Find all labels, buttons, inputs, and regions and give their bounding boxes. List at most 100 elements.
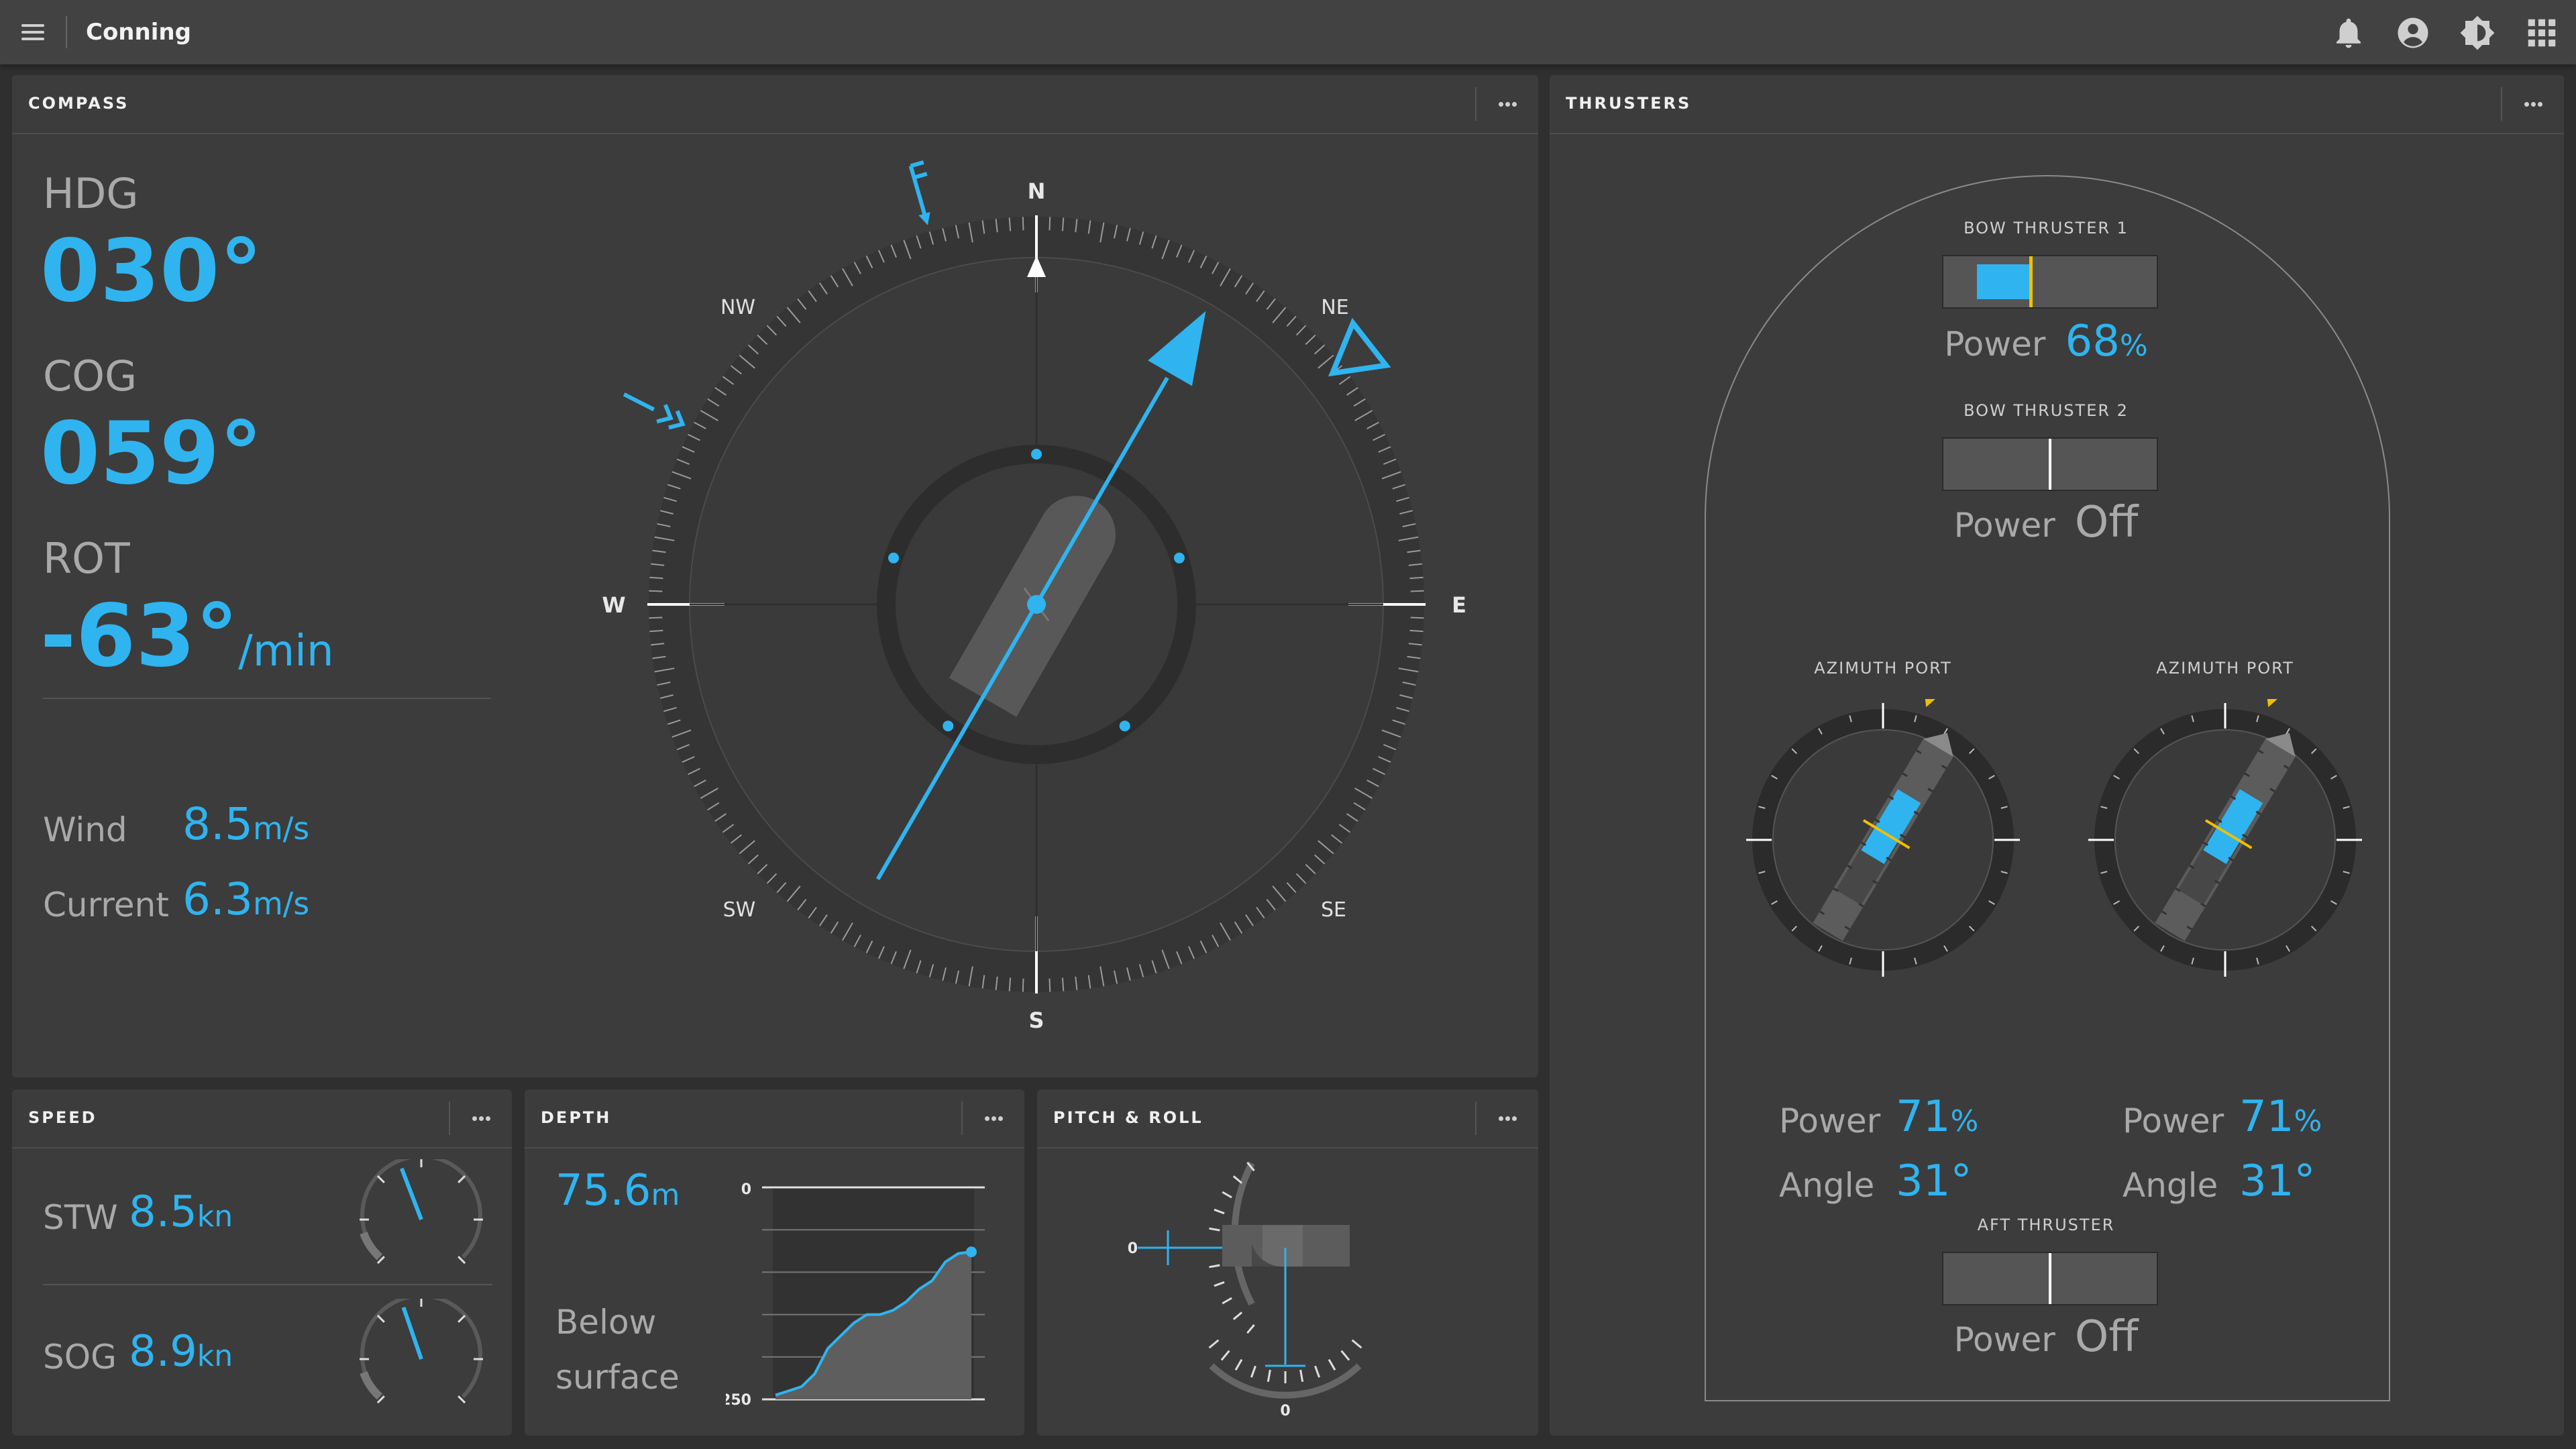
stw-value: 8.5 bbox=[129, 1187, 197, 1237]
roll-tick bbox=[1267, 1369, 1271, 1383]
roll-tick bbox=[1234, 1358, 1243, 1371]
compass-label-nw: NW bbox=[720, 296, 755, 319]
roll-tick bbox=[1314, 1365, 1321, 1378]
azimuth-port-1-power-value: 71 bbox=[1896, 1092, 1951, 1142]
compass-ring-dot bbox=[888, 552, 899, 564]
azimuth-port-2-name: AZIMUTH PORT bbox=[2156, 659, 2294, 678]
pitch-tick bbox=[1222, 1191, 1232, 1199]
depth-panel-header: DEPTH bbox=[525, 1089, 1024, 1148]
pitch-tick bbox=[1214, 1281, 1225, 1287]
compass-label-ne: NE bbox=[1321, 296, 1348, 319]
speed-panel-header: SPEED bbox=[12, 1089, 512, 1148]
roll-tick bbox=[1208, 1339, 1220, 1349]
speed-panel-title: SPEED bbox=[28, 1108, 97, 1127]
app-bar: Conning bbox=[0, 0, 2576, 64]
brightness-icon[interactable] bbox=[2459, 15, 2496, 51]
compass-label-e: E bbox=[1452, 592, 1466, 618]
bow-thruster-1-bar[interactable] bbox=[1942, 255, 2158, 309]
compass-panel: COMPASS HDG 030° COG 059° ROT -63°/min W… bbox=[12, 75, 1538, 1077]
compass-label-s: S bbox=[1028, 1008, 1044, 1033]
azimuth-port-1-power-unit: % bbox=[1950, 1104, 1979, 1138]
azimuth-port-1-angle-label: Angle bbox=[1779, 1166, 1875, 1205]
speed-more-button[interactable] bbox=[449, 1102, 512, 1135]
depth-unit: m bbox=[651, 1178, 680, 1212]
bow-thruster-2-center-mark bbox=[2049, 439, 2051, 490]
azimuth-port-2-power: Power bbox=[2123, 1102, 2224, 1140]
compass-tick bbox=[1410, 616, 1424, 619]
sog-label: SOG bbox=[43, 1338, 117, 1377]
bow-thruster-1-fill bbox=[1977, 264, 2031, 299]
speed-gauge-tick bbox=[376, 1314, 385, 1323]
bow-thruster-2-name: BOW THRUSTER 2 bbox=[1964, 401, 2129, 420]
apps-grid-icon[interactable] bbox=[2524, 15, 2560, 51]
app-bar-divider bbox=[66, 16, 67, 48]
bow-thruster-2-power-value: Off bbox=[2074, 498, 2139, 547]
compass-tick bbox=[1022, 217, 1024, 231]
depth-panel-title: DEPTH bbox=[541, 1108, 612, 1127]
azimuth-port-1-power: Power bbox=[1779, 1102, 1880, 1140]
stw-unit: kn bbox=[197, 1199, 233, 1234]
compass-label-se: SE bbox=[1321, 898, 1346, 922]
depth-axis-top: 0 bbox=[741, 1181, 751, 1198]
speed-gauge-tick bbox=[376, 1175, 385, 1183]
azimuth-port-1-angle-value: 31° bbox=[1896, 1157, 1972, 1206]
bow-thruster-1-power-unit: % bbox=[2119, 329, 2148, 363]
bell-icon[interactable] bbox=[2330, 15, 2367, 51]
speed-divider bbox=[43, 1284, 492, 1285]
aft-thruster-power-label: Power bbox=[1953, 1320, 2055, 1359]
compass-tick bbox=[649, 590, 663, 592]
app-title: Conning bbox=[86, 19, 191, 46]
azimuth-port-1-power-label: Power bbox=[1779, 1102, 1881, 1140]
depth-panel: DEPTH 75.6m Below surface 0 250 bbox=[525, 1089, 1024, 1436]
stw-readout: 8.5kn bbox=[129, 1187, 233, 1237]
sog-gauge bbox=[360, 1299, 483, 1404]
roll-tick bbox=[1220, 1350, 1230, 1361]
ship-hull-section bbox=[1263, 1225, 1303, 1267]
sog-readout: 8.9kn bbox=[129, 1327, 233, 1377]
roll-tick bbox=[1340, 1350, 1350, 1361]
bow-thruster-2-bar[interactable] bbox=[1942, 437, 2158, 491]
azimuth-port-1-name: AZIMUTH PORT bbox=[1814, 659, 1952, 678]
aft-thruster-center-mark bbox=[2049, 1253, 2051, 1304]
azimuth-flag-icon bbox=[2265, 699, 2283, 708]
compass-dial[interactable]: N S E W NE NW SE SW bbox=[12, 75, 1538, 1077]
account-icon[interactable] bbox=[2395, 15, 2431, 51]
depth-readout: 75.6m bbox=[555, 1166, 680, 1216]
azimuth-port-2-power-readout: 71% bbox=[2239, 1092, 2322, 1142]
compass-label-w: W bbox=[602, 592, 625, 618]
azimuth-port-2-dial[interactable] bbox=[2074, 699, 2376, 981]
compass-tick bbox=[649, 616, 663, 619]
azimuth-port-2-power-unit: % bbox=[2294, 1104, 2322, 1138]
roll-tick bbox=[1250, 1365, 1256, 1378]
bow-thruster-1-power-value: 68 bbox=[2065, 317, 2120, 366]
bow-thruster-1-setpoint bbox=[2029, 256, 2033, 307]
aft-thruster-power: Power Off bbox=[1912, 1312, 2180, 1362]
pitch-tick bbox=[1209, 1264, 1220, 1269]
compass-ring-dot bbox=[1174, 552, 1185, 564]
depth-current-point bbox=[966, 1246, 977, 1258]
compass-ring-dot bbox=[1031, 449, 1042, 460]
depth-caption-line1: Below bbox=[555, 1303, 657, 1342]
compass-tick bbox=[1022, 978, 1024, 992]
pitch-tick bbox=[1232, 1311, 1243, 1320]
depth-chart: 0 250 bbox=[726, 1181, 985, 1409]
compass-label-n: N bbox=[1028, 178, 1046, 204]
compass-ring-dot bbox=[943, 720, 954, 732]
stw-label: STW bbox=[43, 1198, 118, 1237]
bow-thruster-1-name: BOW THRUSTER 1 bbox=[1964, 219, 2129, 237]
compass-tick bbox=[1049, 978, 1051, 992]
speed-gauge-tick bbox=[458, 1314, 466, 1323]
menu-icon[interactable] bbox=[17, 17, 48, 47]
compass-center-dot bbox=[1027, 595, 1046, 614]
azimuth-port-1-power-readout: 71% bbox=[1896, 1092, 1978, 1142]
aft-thruster-bar[interactable] bbox=[1942, 1252, 2158, 1305]
pitch-zero-label: 0 bbox=[1128, 1240, 1138, 1257]
azimuth-port-1-dial[interactable] bbox=[1732, 699, 2034, 981]
azimuth-port-2-angle-value: 31° bbox=[2239, 1157, 2316, 1206]
depth-more-button[interactable] bbox=[961, 1102, 1024, 1135]
depth-axis-bottom: 250 bbox=[726, 1392, 751, 1409]
thrusters-panel: THRUSTERS BOW THRUSTER 1 Power 68% BOW T… bbox=[1550, 75, 2564, 1436]
compass-tick bbox=[1049, 217, 1051, 231]
roll-tick bbox=[1328, 1358, 1336, 1371]
azimuth-port-2-power-value: 71 bbox=[2239, 1092, 2294, 1142]
